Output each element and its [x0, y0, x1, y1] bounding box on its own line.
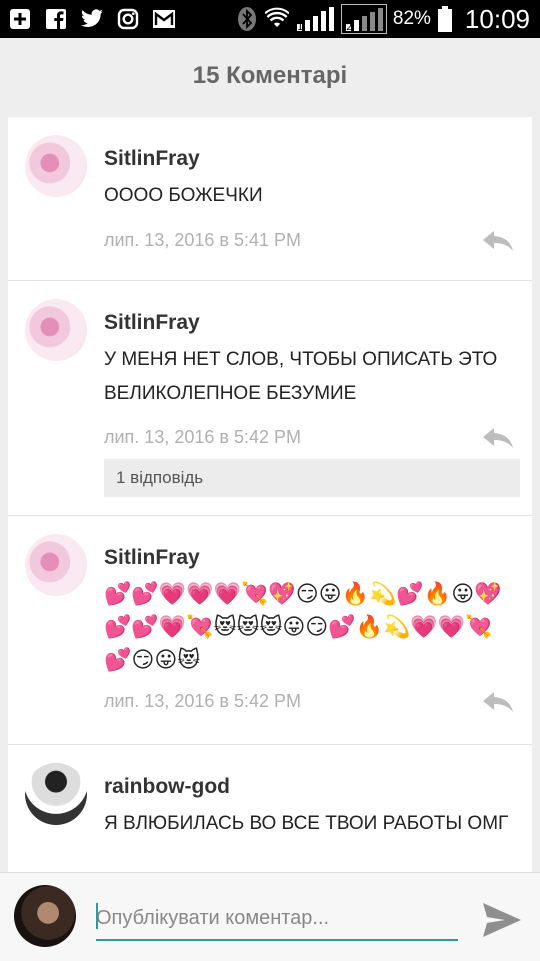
- comment-item: SitlinFray 💕💕💗💗💗💘💖😏😛🔥💫💕🔥😛💖 💕💕💗💘😻😻😻😛😏💕🔥💫💗…: [8, 516, 532, 745]
- twitter-icon: [80, 7, 104, 31]
- clock: 10:09: [464, 3, 530, 34]
- comment-emoji-line: 💕😏😛😻: [104, 648, 201, 673]
- avatar[interactable]: [25, 763, 87, 825]
- comment-text: Я ВЛЮБИЛАСЬ ВО ВСЕ ТВОИ РАБОТЫ ОМГ: [104, 813, 509, 834]
- comment-username[interactable]: SitlinFray: [104, 311, 200, 335]
- reply-icon[interactable]: [482, 230, 514, 252]
- signal-sim2-icon: 2: [340, 4, 387, 34]
- reply-icon[interactable]: [482, 427, 514, 449]
- view-replies-button[interactable]: 1 відповідь: [104, 459, 520, 497]
- facebook-icon: [44, 7, 68, 31]
- comment-emoji-line: 💕💕💗💘😻😻😻😛😏💕🔥💫💗💗💘: [104, 615, 493, 640]
- comment-timestamp: лип. 13, 2016 в 5:42 PM: [104, 691, 301, 711]
- current-user-avatar[interactable]: [14, 885, 76, 947]
- wifi-icon: [264, 7, 289, 31]
- add-box-icon: [8, 7, 32, 31]
- comments-list[interactable]: SitlinFray ОООО БОЖЕЧКИ лип. 13, 2016 в …: [8, 117, 532, 877]
- avatar[interactable]: [25, 534, 87, 596]
- svg-text:1: 1: [297, 22, 303, 32]
- comment-item: SitlinFray ОООО БОЖЕЧКИ лип. 13, 2016 в …: [8, 117, 532, 281]
- instagram-icon: [116, 7, 140, 31]
- comment-username[interactable]: SitlinFray: [104, 147, 200, 171]
- svg-text:2: 2: [346, 22, 352, 32]
- avatar[interactable]: [25, 135, 87, 197]
- comment-timestamp: лип. 13, 2016 в 5:41 PM: [104, 230, 301, 250]
- comment-text: У МЕНЯ НЕТ СЛОВ, ЧТОБЫ ОПИСАТЬ ЭТО ВЕЛИК…: [104, 349, 498, 404]
- avatar[interactable]: [25, 299, 87, 361]
- signal-sim1-icon: 1: [295, 7, 335, 32]
- comment-username[interactable]: rainbow-god: [104, 775, 230, 799]
- comment-text: ОООО БОЖЕЧКИ: [104, 185, 263, 206]
- reply-icon[interactable]: [482, 691, 514, 713]
- comment-timestamp: лип. 13, 2016 в 5:42 PM: [104, 427, 301, 447]
- comment-item: rainbow-god Я ВЛЮБИЛАСЬ ВО ВСЕ ТВОИ РАБО…: [8, 745, 532, 877]
- comment-item: SitlinFray У МЕНЯ НЕТ СЛОВ, ЧТОБЫ ОПИСАТ…: [8, 281, 532, 516]
- battery-percent: 82%: [392, 8, 431, 29]
- comment-username[interactable]: SitlinFray: [104, 546, 200, 570]
- comment-input[interactable]: [96, 897, 458, 941]
- gmail-icon: [152, 7, 176, 31]
- battery-icon: [437, 6, 453, 32]
- status-bar: 1 2 82% 10:09: [0, 0, 540, 38]
- comment-composer: [0, 872, 540, 961]
- send-icon[interactable]: [481, 901, 523, 939]
- text-cursor: [96, 903, 98, 929]
- comment-emoji-line: 💕💕💗💗💗💘💖😏😛🔥💫💕🔥😛💖: [104, 582, 502, 607]
- bluetooth-icon: [235, 7, 259, 31]
- page-title: 15 Коментарі: [192, 62, 348, 89]
